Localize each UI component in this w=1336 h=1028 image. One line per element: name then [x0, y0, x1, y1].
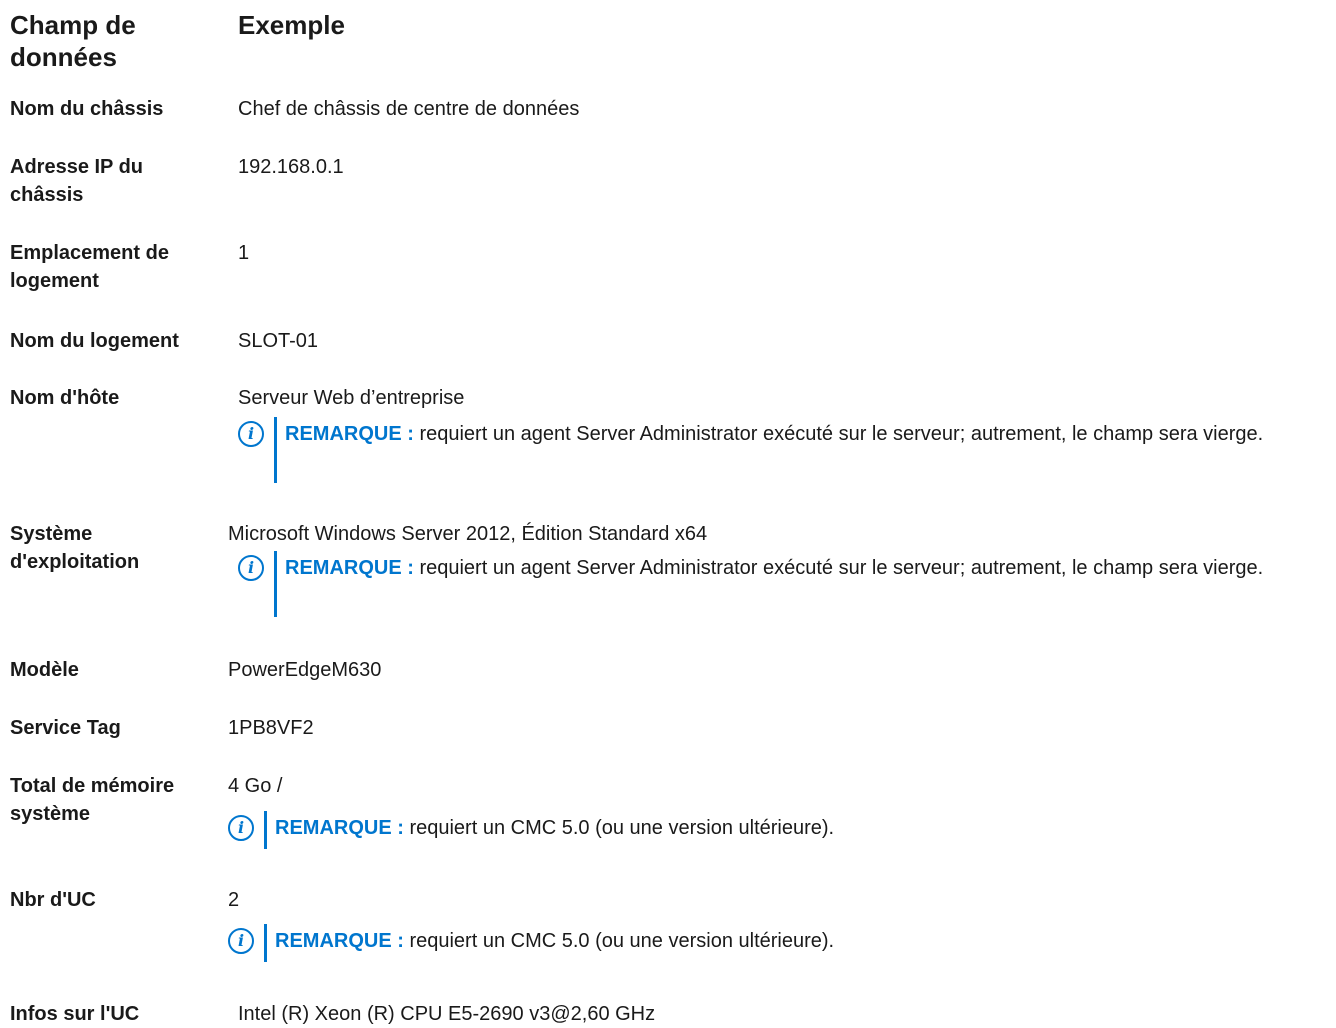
- field-label: Système d'exploitation: [10, 523, 140, 573]
- info-circle-icon: i: [228, 928, 254, 954]
- note-body: requiert un agent Server Administrator e…: [419, 423, 1264, 445]
- field-label: Nbr d'UC: [10, 889, 96, 911]
- field-label: Service Tag: [10, 717, 121, 739]
- field-label: Emplacement de logement: [10, 242, 169, 292]
- note-body: requiert un CMC 5.0 (ou une version ulté…: [409, 817, 835, 839]
- field-value: 192.168.0.1: [238, 156, 344, 178]
- note-text: REMARQUE : requiert un CMC 5.0 (ou une v…: [275, 811, 1325, 845]
- note-bar: [264, 811, 267, 849]
- field-value: Chef de châssis de centre de données: [238, 98, 580, 120]
- field-value: 4 Go /: [228, 775, 283, 797]
- note-body: requiert un CMC 5.0 (ou une version ulté…: [409, 930, 835, 952]
- field-value: Intel (R) Xeon (R) CPU E5-2690 v3@2,60 G…: [238, 1003, 656, 1025]
- note-bar: [264, 924, 267, 962]
- field-label: Total de mémoire système: [10, 775, 175, 825]
- field-value: PowerEdgeM630: [228, 659, 382, 681]
- note-callout: i REMARQUE : requiert un agent Server Ad…: [238, 551, 1335, 617]
- note-callout: i REMARQUE : requiert un CMC 5.0 (ou une…: [228, 924, 1328, 984]
- note-text: REMARQUE : requiert un CMC 5.0 (ou une v…: [275, 924, 1325, 958]
- header-example-column: Exemple: [238, 10, 345, 40]
- note-bar: [274, 551, 277, 617]
- field-label: Nom du châssis: [10, 98, 164, 120]
- field-value: 2: [228, 889, 240, 911]
- note-callout: i REMARQUE : requiert un agent Server Ad…: [238, 417, 1335, 483]
- note-label: REMARQUE :: [285, 423, 414, 445]
- field-value: 1PB8VF2: [228, 717, 314, 739]
- note-text: REMARQUE : requiert un agent Server Admi…: [285, 551, 1335, 585]
- info-circle-icon: i: [238, 555, 264, 581]
- note-label: REMARQUE :: [275, 930, 404, 952]
- note-bar: [274, 417, 277, 483]
- note-body: requiert un agent Server Administrator e…: [419, 557, 1264, 579]
- note-text: REMARQUE : requiert un agent Server Admi…: [285, 417, 1335, 451]
- field-value: Microsoft Windows Server 2012, Édition S…: [228, 523, 708, 545]
- field-value: 1: [238, 242, 250, 264]
- field-label: Adresse IP du châssis: [10, 156, 144, 206]
- field-value: SLOT-01: [238, 330, 319, 352]
- field-label: Infos sur l'UC: [10, 1003, 140, 1025]
- note-label: REMARQUE :: [285, 557, 414, 579]
- header-field-column: Champ de données: [10, 10, 136, 72]
- field-label: Nom d'hôte: [10, 387, 120, 409]
- info-circle-icon: i: [228, 815, 254, 841]
- field-label: Modèle: [10, 659, 79, 681]
- field-value: Serveur Web d’entreprise: [238, 387, 465, 409]
- data-fields-table: Champ de données Exemple Nom du châssis …: [0, 0, 1336, 1028]
- note-callout: i REMARQUE : requiert un CMC 5.0 (ou une…: [228, 811, 1328, 871]
- note-label: REMARQUE :: [275, 817, 404, 839]
- field-label: Nom du logement: [10, 330, 179, 352]
- info-circle-icon: i: [238, 421, 264, 447]
